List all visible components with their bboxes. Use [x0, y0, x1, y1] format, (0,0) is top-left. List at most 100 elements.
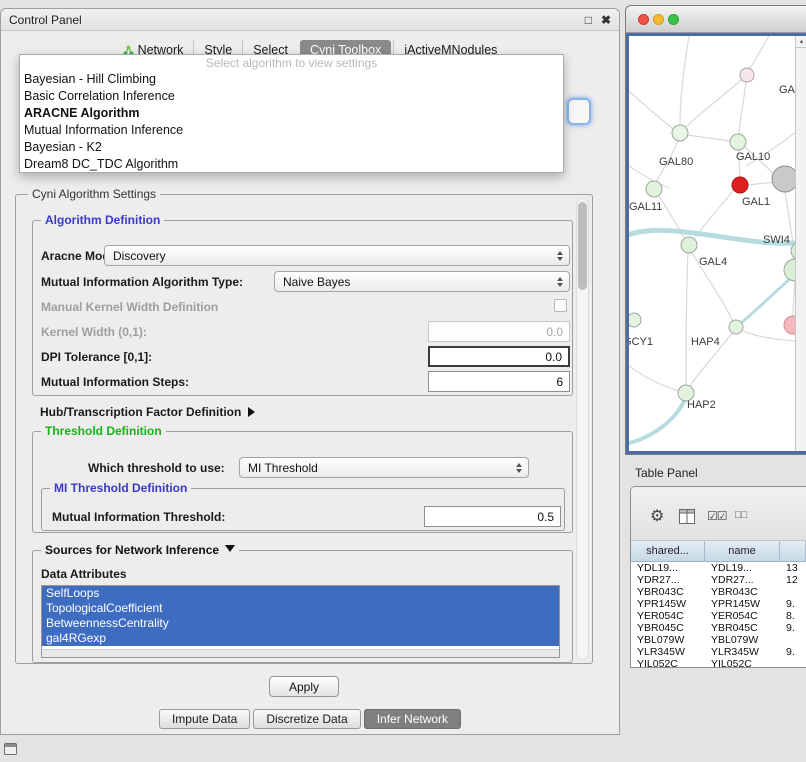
desktop: Control Panel □ ✖ NetworkStyleSelectCyni… — [0, 0, 806, 762]
network-view-window: GALGAL80GAL10GAL11GAL1SWI4GAL4GCY1HAP4YH… — [625, 5, 806, 455]
node-label: GAL1 — [742, 196, 770, 208]
table-row[interactable]: YIL052CYIL052C — [631, 658, 806, 667]
which-threshold-label: Which threshold to use: — [88, 461, 225, 475]
attribute-item[interactable]: BetweennessCentrality — [42, 616, 559, 631]
table-row[interactable]: YBR043CYBR043C — [631, 586, 806, 598]
gear-icon[interactable]: ⚙ — [650, 509, 664, 525]
aracne-mode-select[interactable]: Discovery — [104, 245, 570, 266]
column-header[interactable] — [780, 541, 806, 562]
attribute-item[interactable]: TopologicalCoefficient — [42, 601, 559, 616]
scroll-up-icon[interactable]: ▲ — [796, 36, 806, 48]
combo-arrows-icon — [557, 272, 563, 291]
node-label: HAP4 — [691, 336, 720, 348]
which-threshold-select[interactable]: MI Threshold — [239, 457, 529, 478]
algorithm-option[interactable]: Bayesian - K2 — [20, 139, 563, 156]
data-attributes-list[interactable]: SelfLoopsTopologicalCoefficientBetweenne… — [41, 585, 560, 658]
minimize-traffic-light-icon[interactable] — [653, 14, 664, 25]
table-cell: YBR045C — [705, 622, 780, 634]
table-row[interactable]: YDL19...YDL19...13 — [631, 562, 806, 574]
table-toolbar: ⚙ ☑☑ □□ — [631, 487, 806, 541]
manual-kernel-width-checkbox[interactable] — [554, 299, 567, 312]
algorithm-definition-group: Algorithm Definition Aracne Mode: Discov… — [32, 220, 573, 396]
table-row[interactable]: YBR045CYBR045C9. — [631, 622, 806, 634]
network-vertical-scrollbar[interactable]: ▲ — [795, 36, 806, 451]
algorithm-option[interactable]: Basic Correlation Inference — [20, 88, 563, 105]
table-cell: 9. — [780, 646, 806, 658]
network-canvas[interactable]: GALGAL80GAL10GAL11GAL1SWI4GAL4GCY1HAP4YH… — [629, 36, 804, 454]
mi-threshold-group-title: MI Threshold Definition — [50, 481, 191, 495]
network-node[interactable] — [729, 320, 743, 334]
algorithm-dropdown: Select algorithm to view settings Bayesi… — [19, 54, 564, 173]
dpi-tolerance-input[interactable]: 0.0 — [428, 346, 570, 367]
table-header-row: shared...name — [631, 541, 806, 562]
attribute-item[interactable]: gal4RGexp — [42, 631, 559, 646]
window-controls: □ ✖ — [585, 9, 611, 31]
table-row[interactable]: YER054CYER054C8. — [631, 610, 806, 622]
mi-threshold-input[interactable]: 0.5 — [424, 506, 561, 527]
kernel-width-label: Kernel Width (0,1): — [41, 325, 147, 339]
mi-steps-input[interactable]: 6 — [428, 371, 570, 392]
algorithm-option[interactable]: ARACNE Algorithm — [20, 105, 563, 122]
tab-impute-data[interactable]: Impute Data — [159, 709, 250, 729]
attribute-item[interactable]: SelfLoops — [42, 586, 559, 601]
tab-discretize-data[interactable]: Discretize Data — [253, 709, 360, 729]
table-row[interactable]: YLR345WYLR345W9. — [631, 646, 806, 658]
cyni-settings-group: Cyni Algorithm Settings Algorithm Defini… — [15, 194, 593, 664]
table-cell: YPR145W — [631, 598, 705, 610]
horizontal-scrollbar[interactable] — [42, 649, 559, 657]
kernel-width-input[interactable]: 0.0 — [428, 321, 570, 342]
sources-group: Sources for Network Inference Data Attri… — [32, 550, 573, 663]
node-label: GAL10 — [736, 151, 770, 163]
network-node[interactable] — [646, 181, 662, 197]
table-row[interactable]: YDR27...YDR27...12 — [631, 574, 806, 586]
network-window-titlebar[interactable] — [626, 6, 806, 33]
hub-definition-expander[interactable]: Hub/Transcription Factor Definition — [40, 405, 255, 419]
network-node[interactable] — [732, 177, 748, 193]
column-header[interactable]: shared... — [631, 541, 705, 562]
table-cell: YIL052C — [705, 658, 780, 667]
sources-expander[interactable]: Sources for Network Inference — [41, 543, 239, 557]
zoom-traffic-light-icon[interactable] — [668, 14, 679, 25]
clear-checkboxes-icon[interactable]: □□ — [735, 509, 746, 521]
table-cell: 8. — [780, 610, 806, 622]
algorithm-option[interactable]: Dream8 DC_TDC Algorithm — [20, 156, 563, 173]
table-cell — [780, 658, 806, 667]
settings-vertical-scrollbar[interactable] — [576, 198, 589, 660]
network-node[interactable] — [740, 68, 754, 82]
tab-infer-network[interactable]: Infer Network — [364, 709, 461, 729]
column-header[interactable]: name — [705, 541, 780, 562]
scrollbar-thumb[interactable] — [578, 202, 587, 290]
network-view-content[interactable]: GALGAL80GAL10GAL11GAL1SWI4GAL4GCY1HAP4YH… — [626, 33, 806, 454]
network-node[interactable] — [681, 237, 697, 253]
float-window-icon[interactable]: □ — [585, 9, 592, 31]
table-panel-title: Table Panel — [635, 466, 698, 480]
close-icon[interactable]: ✖ — [601, 9, 611, 31]
apply-button[interactable]: Apply — [269, 676, 339, 697]
table-cell: 9. — [780, 622, 806, 634]
panel-dock-icon[interactable] — [4, 743, 17, 755]
node-label: GCY1 — [629, 336, 653, 348]
close-traffic-light-icon[interactable] — [638, 14, 649, 25]
network-node[interactable] — [730, 134, 746, 150]
mi-steps-label: Mutual Information Steps: — [41, 375, 189, 389]
table-cell — [780, 634, 806, 646]
select-all-checkboxes-icon[interactable]: ☑☑ — [707, 509, 727, 523]
mi-threshold-group: MI Threshold Definition Mutual Informati… — [41, 488, 565, 531]
table-cell: YBR045C — [631, 622, 705, 634]
expander-collapsed-icon — [248, 407, 255, 417]
table-cell: YBR043C — [705, 586, 780, 598]
control-panel-titlebar[interactable]: Control Panel □ ✖ — [1, 9, 619, 31]
network-node[interactable] — [629, 313, 641, 327]
mi-algorithm-type-value: Naive Bayes — [275, 275, 350, 289]
columns-icon[interactable] — [679, 509, 695, 527]
algorithm-option[interactable]: Mutual Information Inference — [20, 122, 563, 139]
network-node[interactable] — [672, 125, 688, 141]
table-row[interactable]: YBL079WYBL079W — [631, 634, 806, 646]
table-panel-window: ⚙ ☑☑ □□ shared...name YDL19...YDL19...13… — [630, 486, 806, 668]
mi-algorithm-type-select[interactable]: Naive Bayes — [274, 271, 570, 292]
table-cell: 12 — [780, 574, 806, 586]
table-cell: YLR345W — [705, 646, 780, 658]
table-row[interactable]: YPR145WYPR145W9. — [631, 598, 806, 610]
focused-button[interactable] — [567, 98, 591, 125]
algorithm-option[interactable]: Bayesian - Hill Climbing — [20, 71, 563, 88]
